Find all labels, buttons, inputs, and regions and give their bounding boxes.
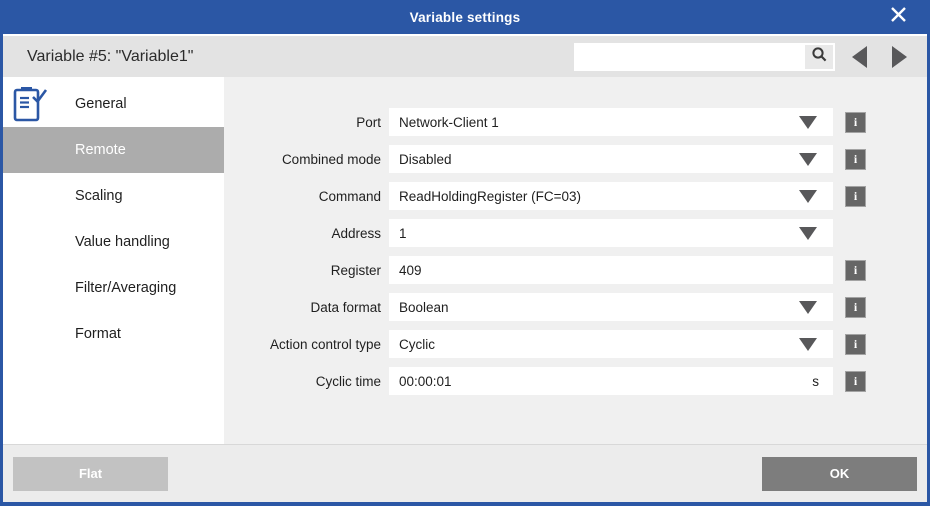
- field-label: Cyclic time: [315, 373, 381, 389]
- titlebar: Variable settings: [3, 0, 927, 36]
- field-value: Disabled: [399, 151, 452, 167]
- sidebar-item-label: Remote: [75, 142, 126, 158]
- info-icon: i: [853, 299, 858, 314]
- dropdown-arrow-icon[interactable]: [799, 115, 817, 129]
- search-button[interactable]: [805, 44, 833, 69]
- dropdown-arrow-icon[interactable]: [799, 189, 817, 203]
- combined-mode-dropdown[interactable]: Disabled: [389, 145, 833, 173]
- data-format-dropdown[interactable]: Boolean: [389, 293, 833, 321]
- field-value: 1: [399, 225, 407, 241]
- info-icon: i: [853, 188, 858, 203]
- ok-button[interactable]: OK: [762, 456, 917, 491]
- sidebar-item-label: Value handling: [75, 234, 170, 250]
- field-label: Port: [356, 114, 381, 130]
- footer-bar: Flat OK: [3, 444, 927, 502]
- variable-settings-dialog: Variable settings Variable #5: "Variable…: [0, 0, 930, 506]
- info-button[interactable]: i: [845, 370, 866, 392]
- field-value: Cyclic: [399, 336, 435, 352]
- register-input[interactable]: [389, 256, 833, 284]
- dropdown-arrow-icon[interactable]: [799, 300, 817, 314]
- field-label: Address: [331, 225, 381, 241]
- previous-icon: [851, 45, 867, 68]
- sidebar-item-value-handling[interactable]: Value handling: [3, 219, 224, 265]
- info-icon: i: [853, 373, 858, 388]
- register-text-input[interactable]: [399, 256, 825, 284]
- form-row-address: Address 1: [224, 219, 927, 247]
- search-input[interactable]: [576, 44, 805, 69]
- content-area: General Remote Scaling Value handling Fi…: [3, 77, 927, 444]
- info-button[interactable]: i: [845, 333, 866, 355]
- flat-button[interactable]: Flat: [13, 456, 168, 491]
- sidebar-item-label: Scaling: [75, 188, 123, 204]
- clipboard-checklist-icon: [11, 84, 49, 124]
- field-label: Data format: [310, 299, 381, 315]
- close-button[interactable]: [881, 0, 915, 34]
- sidebar-item-label: General: [75, 96, 127, 112]
- variable-subtitle: Variable #5: "Variable1": [27, 47, 194, 65]
- close-icon: [890, 6, 907, 28]
- action-control-type-dropdown[interactable]: Cyclic: [389, 330, 833, 358]
- form-row-register: Register i: [224, 256, 927, 284]
- field-unit: s: [812, 373, 819, 389]
- info-icon: i: [853, 114, 858, 129]
- settings-form: Port Network-Client 1 i Combined mode Di…: [224, 77, 927, 444]
- dropdown-arrow-icon[interactable]: [799, 152, 817, 166]
- info-icon: i: [853, 336, 858, 351]
- search-icon: [811, 46, 828, 68]
- form-rows: Port Network-Client 1 i Combined mode Di…: [224, 108, 927, 395]
- address-dropdown[interactable]: 1: [389, 219, 833, 247]
- field-label: Combined mode: [281, 151, 381, 167]
- sidebar-item-label: Filter/Averaging: [75, 280, 177, 296]
- sidebar-item-label: Format: [75, 326, 121, 342]
- cyclic-time-text-input[interactable]: [399, 367, 805, 395]
- field-label: Register: [330, 262, 381, 278]
- info-button[interactable]: i: [845, 296, 866, 318]
- form-row-data-format: Data format Boolean i: [224, 293, 927, 321]
- info-button[interactable]: i: [845, 148, 866, 170]
- dropdown-arrow-icon[interactable]: [799, 337, 817, 351]
- sidebar-item-scaling[interactable]: Scaling: [3, 173, 224, 219]
- info-icon: i: [853, 262, 858, 277]
- next-variable-button[interactable]: [887, 45, 911, 69]
- form-row-cyclic-time: Cyclic time s i: [224, 367, 927, 395]
- sidebar-item-remote[interactable]: Remote: [3, 127, 224, 173]
- info-button[interactable]: i: [845, 185, 866, 207]
- info-icon: i: [853, 151, 858, 166]
- field-value: ReadHoldingRegister (FC=03): [399, 188, 581, 204]
- header-bar: Variable #5: "Variable1": [3, 36, 927, 77]
- sidebar: General Remote Scaling Value handling Fi…: [3, 77, 224, 444]
- form-row-port: Port Network-Client 1 i: [224, 108, 927, 136]
- field-label: Action control type: [269, 336, 381, 352]
- dialog-title: Variable settings: [409, 9, 521, 25]
- dropdown-arrow-icon[interactable]: [799, 226, 817, 240]
- search-box: [574, 42, 835, 71]
- port-dropdown[interactable]: Network-Client 1: [389, 108, 833, 136]
- field-label: Command: [318, 188, 381, 204]
- field-value: Network-Client 1: [399, 114, 499, 130]
- previous-variable-button[interactable]: [847, 45, 871, 69]
- field-value: Boolean: [399, 299, 449, 315]
- info-button[interactable]: i: [845, 259, 866, 281]
- command-dropdown[interactable]: ReadHoldingRegister (FC=03): [389, 182, 833, 210]
- form-row-command: Command ReadHoldingRegister (FC=03) i: [224, 182, 927, 210]
- next-icon: [891, 45, 907, 68]
- info-button[interactable]: i: [845, 111, 866, 133]
- sidebar-item-format[interactable]: Format: [3, 311, 224, 357]
- cyclic-time-input[interactable]: s: [389, 367, 833, 395]
- form-row-combined-mode: Combined mode Disabled i: [224, 145, 927, 173]
- sidebar-item-filter-averaging[interactable]: Filter/Averaging: [3, 265, 224, 311]
- form-row-action-control-type: Action control type Cyclic i: [224, 330, 927, 358]
